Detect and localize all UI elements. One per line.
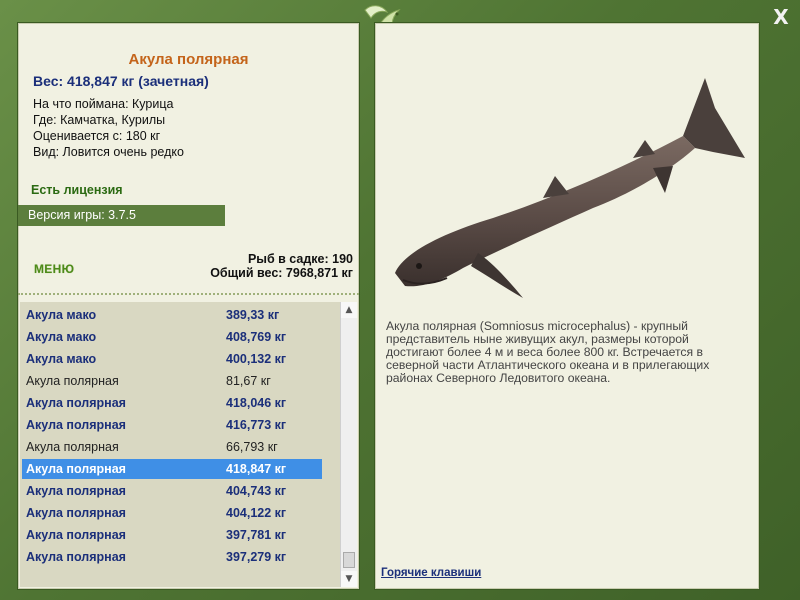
catch-list-row[interactable]: Акула мако 400,132 кг bbox=[22, 349, 322, 369]
catch-list-row[interactable]: Акула полярная 397,279 кг bbox=[22, 547, 322, 567]
catch-weight: 408,769 кг bbox=[226, 330, 287, 344]
catch-list-row[interactable]: Акула полярная 404,743 кг bbox=[22, 481, 322, 501]
catch-weight: 397,279 кг bbox=[226, 550, 287, 564]
license-status: Есть лицензия bbox=[31, 183, 123, 197]
catch-name: Акула мако bbox=[26, 352, 97, 366]
catch-weight: 397,781 кг bbox=[226, 528, 287, 542]
greenland-shark-image bbox=[395, 78, 745, 298]
catch-weight: 418,847 кг bbox=[226, 462, 287, 476]
totals: Рыб в садке: 190 Общий вес: 7968,871 кг bbox=[210, 252, 353, 280]
rarity-info: Вид: Ловится очень редко bbox=[33, 145, 184, 159]
fish-count: Рыб в садке: 190 bbox=[247, 252, 353, 266]
divider bbox=[18, 293, 359, 295]
fish-image-panel: Акула полярная (Somniosus microcephalus)… bbox=[374, 22, 760, 590]
catch-name: Акула полярная bbox=[26, 506, 126, 520]
close-button[interactable]: X bbox=[770, 6, 792, 28]
catch-list-row[interactable]: Акула полярная 404,122 кг bbox=[22, 503, 322, 523]
catch-name: Акула полярная bbox=[26, 374, 119, 388]
catch-name: Акула полярная bbox=[26, 550, 126, 564]
catch-list-row[interactable]: Акула полярная 66,793 кг bbox=[22, 437, 322, 457]
scroll-thumb[interactable] bbox=[343, 552, 355, 568]
catch-name: Акула полярная bbox=[26, 484, 126, 498]
fish-info: На что поймана: Курица Где: Камчатка, Ку… bbox=[33, 96, 184, 160]
version-bar: Версия игры: 3.7.5 bbox=[18, 205, 225, 226]
catch-name: Акула мако bbox=[26, 308, 97, 322]
fish-description: Акула полярная (Somniosus microcephalus)… bbox=[386, 319, 710, 385]
catch-name: Акула полярная bbox=[26, 462, 126, 476]
catch-list-row[interactable]: Акула полярная 416,773 кг bbox=[22, 415, 322, 435]
list-scrollbar[interactable]: ▲ ▼ bbox=[340, 302, 357, 587]
catch-weight: 400,132 кг bbox=[226, 352, 287, 366]
catch-name: Акула полярная bbox=[26, 396, 126, 410]
catch-list-row[interactable]: Акула полярная 418,847 кг bbox=[22, 459, 322, 479]
catch-weight: 404,122 кг bbox=[226, 506, 287, 520]
catch-list-row[interactable]: Акула мако 389,33 кг bbox=[22, 305, 322, 325]
scroll-down-icon[interactable]: ▼ bbox=[341, 571, 357, 587]
location-info: Где: Камчатка, Курилы bbox=[33, 113, 166, 127]
catch-weight: 404,743 кг bbox=[226, 484, 287, 498]
catch-weight: 389,33 кг bbox=[226, 308, 280, 322]
catch-weight: 81,67 кг bbox=[226, 374, 271, 388]
catch-list: Акула мако 389,33 кг Акула мако 408,769 кг А… bbox=[20, 302, 340, 587]
hotkeys-link[interactable]: Горячие клавиши bbox=[381, 567, 481, 579]
catch-name: Акула мако bbox=[26, 330, 97, 344]
catch-name: Акула полярная bbox=[26, 418, 126, 432]
fish-weight: Вес: 418,847 кг (зачетная) bbox=[33, 73, 209, 89]
catch-list-row[interactable]: Акула полярная 397,781 кг bbox=[22, 525, 322, 545]
fish-title: Акула полярная bbox=[128, 51, 249, 68]
scroll-up-icon[interactable]: ▲ bbox=[341, 302, 357, 318]
catch-name: Акула полярная bbox=[26, 440, 119, 454]
catch-list-row[interactable]: Акула полярная 418,046 кг bbox=[22, 393, 322, 413]
catch-list-row[interactable]: Акула мако 408,769 кг bbox=[22, 327, 322, 347]
catch-weight: 418,046 кг bbox=[226, 396, 287, 410]
bait-info: На что поймана: Курица bbox=[33, 97, 174, 111]
catch-list-row[interactable]: Акула полярная 81,67 кг bbox=[22, 371, 322, 391]
catch-weight: 416,773 кг bbox=[226, 418, 287, 432]
total-weight: Общий вес: 7968,871 кг bbox=[210, 266, 353, 280]
rating-info: Оценивается с: 180 кг bbox=[33, 129, 161, 143]
fish-details-panel: Акула полярная Вес: 418,847 кг (зачетная… bbox=[17, 22, 360, 590]
catch-weight: 66,793 кг bbox=[226, 440, 278, 454]
catch-name: Акула полярная bbox=[26, 528, 126, 542]
menu-button[interactable]: МЕНЮ bbox=[34, 262, 74, 276]
